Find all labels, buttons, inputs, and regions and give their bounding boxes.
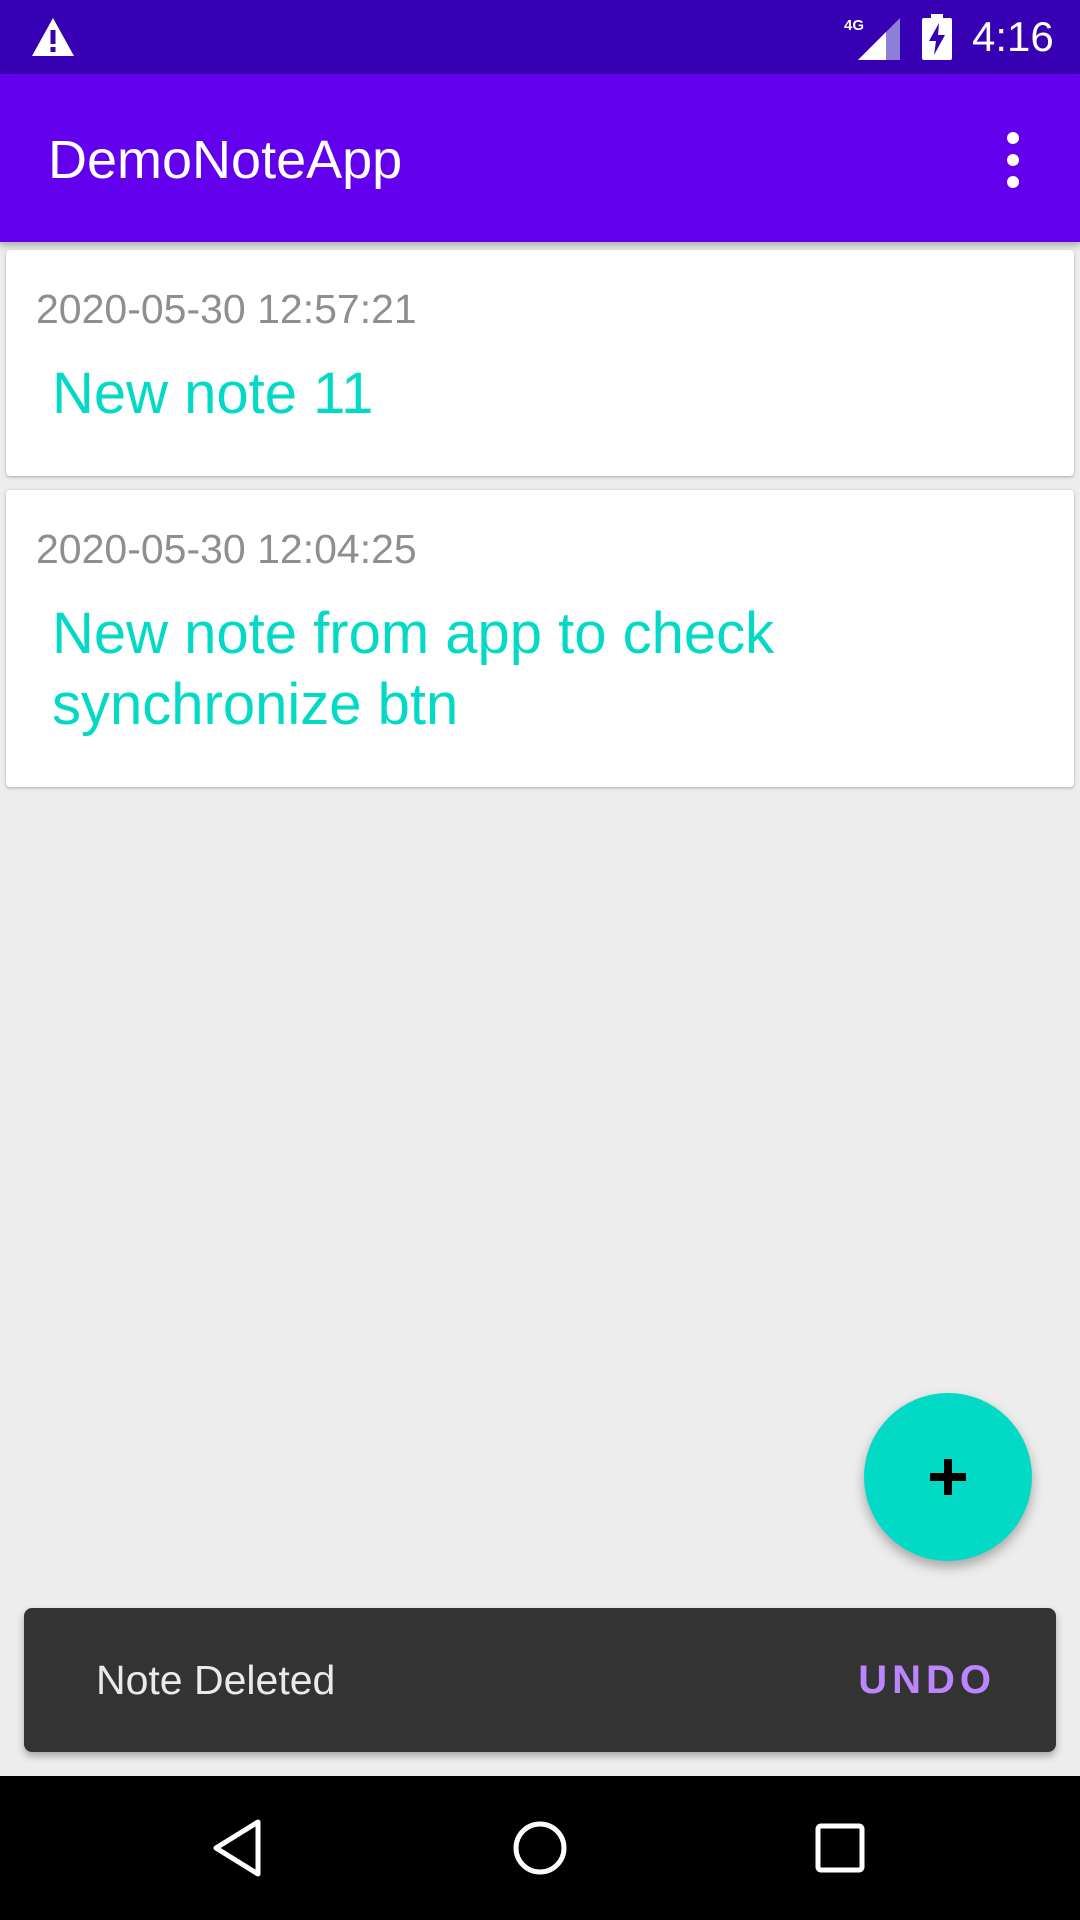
note-title: New note from app to check synchronize b…	[52, 601, 775, 737]
note-title: New note 11	[52, 361, 374, 426]
note-date: 2020-05-30 12:04:25	[36, 526, 417, 572]
battery-charging-icon	[922, 14, 952, 60]
home-icon[interactable]	[508, 1816, 572, 1880]
note-card[interactable]: 2020-05-30 12:04:25 New note from app to…	[6, 490, 1074, 787]
undo-button[interactable]: UNDO	[858, 1656, 996, 1704]
snackbar: Note Deleted UNDO	[24, 1608, 1056, 1752]
app-title: DemoNoteApp	[48, 130, 403, 190]
status-bar: 4G 4:16	[0, 0, 1080, 74]
navigation-bar	[0, 1776, 1080, 1920]
app-bar: DemoNoteApp	[0, 74, 1080, 242]
svg-text:4G: 4G	[844, 17, 864, 34]
more-vert-icon[interactable]	[990, 130, 1036, 190]
warning-icon	[32, 18, 74, 56]
note-date: 2020-05-30 12:57:21	[36, 286, 417, 332]
signal-icon: 4G	[844, 17, 900, 60]
recents-icon[interactable]	[808, 1816, 872, 1880]
status-time: 4:16	[972, 13, 1054, 60]
back-icon[interactable]	[208, 1816, 272, 1880]
add-note-button[interactable]	[864, 1393, 1032, 1561]
snackbar-message: Note Deleted	[96, 1657, 336, 1703]
plus-icon	[930, 1459, 966, 1495]
note-card[interactable]: 2020-05-30 12:57:21 New note 11	[6, 250, 1074, 476]
